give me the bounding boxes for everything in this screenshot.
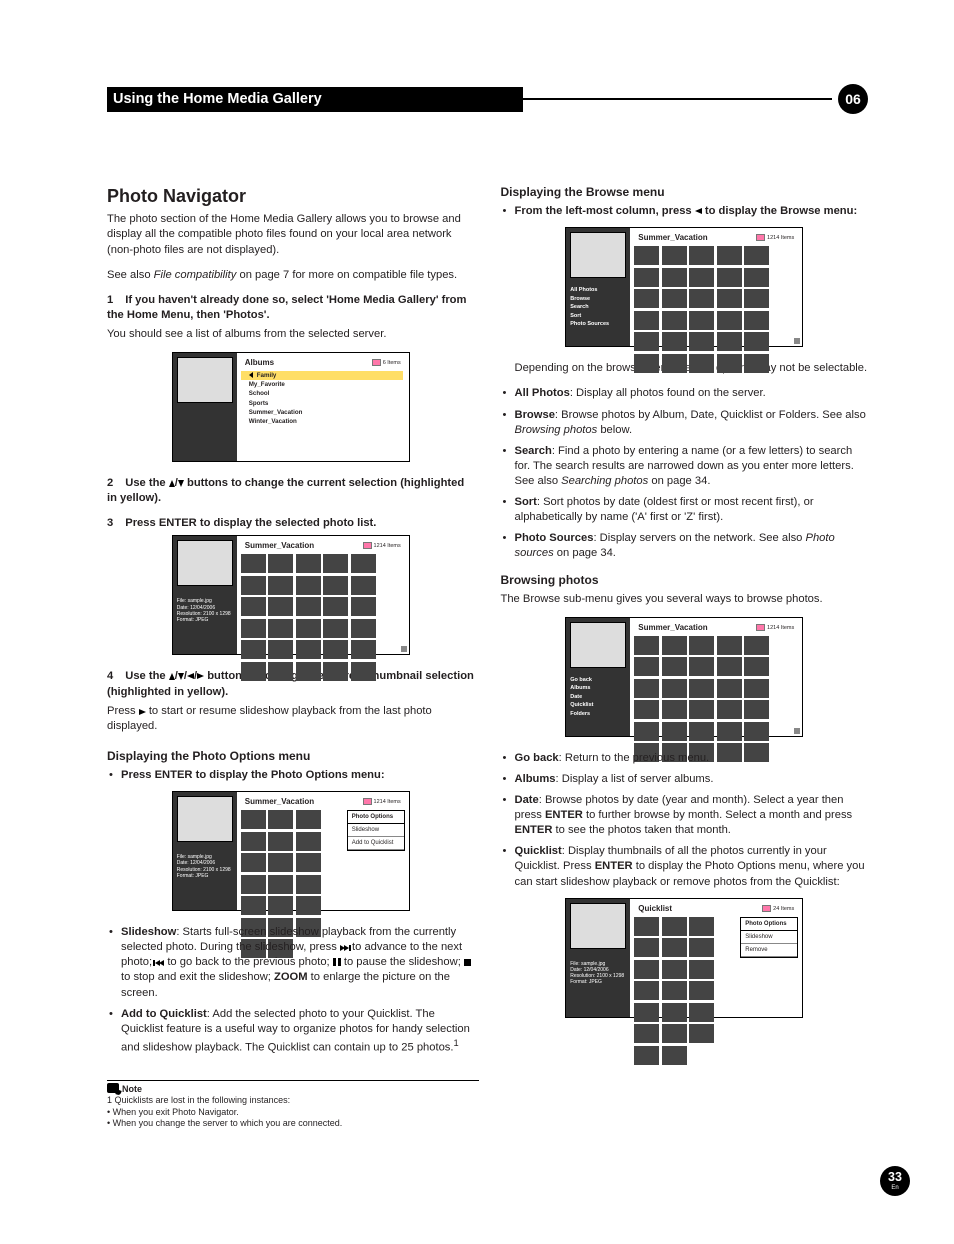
left-arrow-icon (695, 208, 702, 214)
section-heading: Photo Navigator (107, 184, 475, 208)
step-1: 1If you haven't already done so, select … (107, 293, 475, 323)
footnote-rule (107, 1080, 479, 1081)
step-4-sub: Press to start or resume slideshow playb… (107, 704, 475, 734)
screenshot-albums: Albums 6 Items Family My_Favorite School… (172, 352, 410, 462)
page-number: 33 En (880, 1166, 910, 1196)
options-instruct: Press ENTER to display the Photo Options… (107, 768, 475, 783)
browsing-photos-intro: The Browse sub-menu gives you several wa… (501, 592, 869, 607)
chapter-header: Using the Home Media Gallery 06 (107, 84, 868, 114)
up-arrow-icon (169, 673, 175, 680)
intro-para: The photo section of the Home Media Gall… (107, 212, 475, 257)
browsing-photos-heading: Browsing photos (501, 572, 869, 588)
pause-icon (333, 958, 341, 966)
step-3: 3Press ENTER to display the selected pho… (107, 516, 475, 531)
left-column: Photo Navigator The photo section of the… (107, 184, 475, 1064)
slideshow-item: Slideshow: Starts full-screen slideshow … (107, 925, 475, 1001)
screenshot-quicklist: File: sample.jpg Date: 12/04/2006 Resolu… (565, 898, 803, 1018)
up-arrow-icon (169, 480, 175, 487)
step-2: 2Use the / buttons to change the current… (107, 476, 475, 506)
down-arrow-icon (178, 673, 184, 680)
browse-menu-heading: Displaying the Browse menu (501, 184, 869, 200)
step-1-sub: You should see a list of albums from the… (107, 327, 475, 342)
stop-icon (464, 959, 471, 966)
screenshot-photo-options: File: sample.jpg Date: 12/04/2006 Resolu… (172, 791, 410, 911)
seealso-para: See also File compatibility on page 7 fo… (107, 268, 475, 283)
play-icon (139, 709, 146, 715)
photo-options-heading: Displaying the Photo Options menu (107, 748, 475, 764)
header-rule (522, 98, 832, 100)
chapter-number: 06 (838, 84, 868, 114)
note-icon (107, 1083, 119, 1093)
screenshot-browse-submenu: Go back Albums Date Quicklist Folders Su… (565, 617, 803, 737)
prev-track-icon (155, 960, 164, 966)
browse-lead: From the left-most column, press to disp… (501, 204, 869, 219)
footnote-header: Note (107, 1083, 868, 1095)
right-column: Displaying the Browse menu From the left… (501, 184, 869, 1064)
screenshot-thumbnails: File: sample.jpg Date: 12/04/2006 Resolu… (172, 535, 410, 655)
chapter-title: Using the Home Media Gallery (107, 87, 523, 112)
next-track-icon (340, 945, 349, 951)
screenshot-browse-menu: All Photos Browse Search Sort Photo Sour… (565, 227, 803, 347)
left-arrow-icon (187, 673, 194, 679)
add-to-quicklist-item: Add to Quicklist: Add the selected photo… (107, 1007, 475, 1056)
